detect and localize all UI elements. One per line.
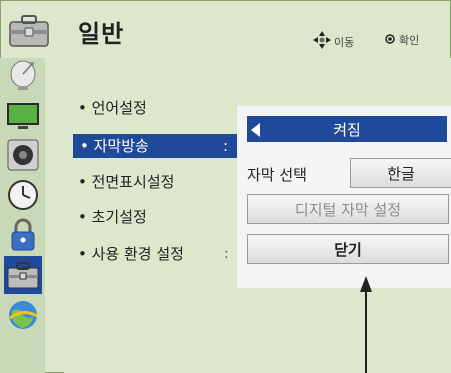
caption-select-button[interactable]: 한글 — [350, 158, 451, 188]
caption-select-value: 한글 — [387, 164, 415, 183]
speaker-icon[interactable] — [6, 138, 40, 172]
menu-item-initial-settings[interactable]: • 초기설정 — [78, 205, 147, 229]
menu-item-front-display[interactable]: • 전면표시설정 — [78, 170, 174, 194]
clock-icon[interactable] — [6, 178, 40, 212]
caption-toggle-value: 켜짐 — [333, 120, 361, 139]
caption-select-label: 자막 선택 — [247, 166, 307, 184]
arrows-icon — [312, 30, 332, 53]
digital-caption-settings-button[interactable]: 디지털 자막 설정 — [247, 194, 449, 224]
captions-popup: 켜짐 자막 선택 한글 디지털 자막 설정 닫기 — [237, 106, 451, 288]
caption-toggle[interactable]: 켜짐 — [247, 116, 447, 142]
pointer-arrow-line — [365, 286, 367, 373]
usage-colon: : — [224, 246, 229, 262]
ok-hint: 확인 — [385, 32, 419, 48]
digital-caption-settings-label: 디지털 자막 설정 — [294, 200, 402, 219]
header: 일반 이동 확인 — [0, 0, 451, 56]
ok-hint-label: 확인 — [399, 34, 420, 47]
toolbox-icon — [8, 12, 50, 48]
menu-item-captions-label: • 자막방송 — [80, 137, 149, 155]
menu-item-usage-environment[interactable]: • 사용 환경 설정 — [78, 242, 184, 266]
category-sidebar — [0, 58, 45, 373]
lock-icon[interactable] — [6, 218, 40, 252]
close-button[interactable]: 닫기 — [247, 234, 449, 264]
menu-item-language[interactable]: • 언어설정 — [78, 96, 147, 120]
move-hint: 이동 — [312, 30, 354, 53]
captions-colon: : — [223, 137, 229, 155]
globe-icon[interactable] — [6, 298, 40, 332]
tv-screen-icon[interactable] — [6, 98, 40, 132]
menu-item-captions[interactable]: • 자막방송 : — [73, 134, 240, 158]
ok-button-icon — [385, 33, 395, 47]
toolbox-icon[interactable] — [4, 256, 42, 294]
move-hint-label: 이동 — [334, 35, 355, 49]
page-title: 일반 — [78, 20, 125, 48]
satellite-dish-icon[interactable] — [6, 58, 40, 92]
close-button-label: 닫기 — [334, 240, 362, 259]
